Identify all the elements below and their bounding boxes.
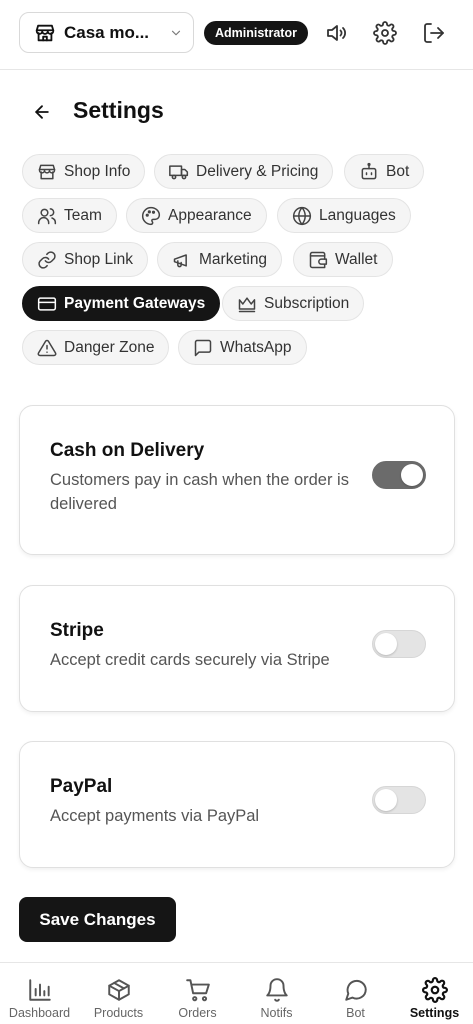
tab-label: Appearance xyxy=(168,206,252,224)
nav-dashboard[interactable]: Dashboard xyxy=(0,963,79,1024)
toggle-knob xyxy=(375,789,397,811)
gateway-card-paypal: PayPal Accept payments via PayPal xyxy=(19,741,455,868)
warning-icon xyxy=(37,338,57,358)
nav-label: Settings xyxy=(409,1006,460,1020)
toggle-knob xyxy=(401,464,423,486)
wallet-icon xyxy=(308,250,328,270)
tab-bot[interactable]: Bot xyxy=(344,154,425,189)
message-square-icon xyxy=(193,338,213,358)
nav-bot[interactable]: Bot xyxy=(316,963,395,1024)
tab-payment-gateways[interactable]: Payment Gateways xyxy=(22,286,221,321)
tab-label: Team xyxy=(64,206,102,224)
credit-card-icon xyxy=(37,294,57,314)
store-icon xyxy=(37,162,57,182)
shop-name: Casa mo... xyxy=(64,22,150,42)
save-changes-button[interactable]: Save Changes xyxy=(19,897,176,942)
tab-shop-link[interactable]: Shop Link xyxy=(22,242,148,277)
logout-icon[interactable] xyxy=(421,20,447,46)
tab-label: Shop Link xyxy=(64,250,133,268)
globe-icon xyxy=(292,206,312,226)
gateway-title: Stripe xyxy=(50,620,104,641)
bot-icon xyxy=(359,162,379,182)
gateway-title: Cash on Delivery xyxy=(50,440,205,461)
tab-subscription[interactable]: Subscription xyxy=(222,286,365,321)
paypal-toggle[interactable] xyxy=(372,786,426,814)
nav-label: Bot xyxy=(346,1006,365,1020)
box-icon xyxy=(107,979,130,1001)
store-icon xyxy=(35,24,55,41)
gateway-description: Customers pay in cash when the order is … xyxy=(50,471,349,513)
nav-label: Dashboard xyxy=(8,1006,71,1020)
shop-selector[interactable]: Casa mo... xyxy=(19,12,194,53)
sound-icon[interactable] xyxy=(323,20,349,46)
chat-icon xyxy=(344,979,367,1001)
gateway-title: PayPal xyxy=(50,776,113,797)
users-icon xyxy=(37,206,57,226)
gear-icon xyxy=(421,977,448,1003)
palette-icon xyxy=(141,206,161,226)
bell-icon xyxy=(265,978,288,1002)
tab-label: Danger Zone xyxy=(64,338,155,356)
tab-label: Bot xyxy=(386,162,410,180)
tab-danger-zone[interactable]: Danger Zone xyxy=(22,330,170,365)
nav-label: Notifs xyxy=(260,1006,293,1020)
tab-appearance[interactable]: Appearance xyxy=(126,198,267,233)
tab-shop-info[interactable]: Shop Info xyxy=(22,154,146,189)
tab-team[interactable]: Team xyxy=(22,198,117,233)
nav-label: Products xyxy=(93,1006,144,1020)
toggle-knob xyxy=(375,633,397,655)
nav-label: Orders xyxy=(178,1006,217,1020)
gateway-card-stripe: Stripe Accept credit cards securely via … xyxy=(19,585,455,712)
cod-toggle[interactable] xyxy=(372,461,426,489)
tab-label: WhatsApp xyxy=(220,338,292,356)
tab-delivery-pricing[interactable]: Delivery & Pricing xyxy=(154,154,334,189)
crown-icon xyxy=(237,294,257,314)
role-badge: Administrator xyxy=(204,21,308,45)
nav-products[interactable]: Products xyxy=(79,963,158,1024)
megaphone-icon xyxy=(172,250,192,270)
bar-chart-icon xyxy=(28,979,51,1001)
gateway-card-cod: Cash on Delivery Customers pay in cash w… xyxy=(19,405,455,555)
gear-icon[interactable] xyxy=(372,20,398,46)
back-arrow-icon[interactable] xyxy=(30,100,54,124)
tab-whatsapp[interactable]: WhatsApp xyxy=(178,330,307,365)
nav-notifs[interactable]: Notifs xyxy=(237,963,316,1024)
stripe-toggle[interactable] xyxy=(372,630,426,658)
tab-label: Shop Info xyxy=(64,162,131,180)
tab-label: Subscription xyxy=(264,294,350,312)
tab-languages[interactable]: Languages xyxy=(277,198,411,233)
nav-orders[interactable]: Orders xyxy=(158,963,237,1024)
tab-label: Delivery & Pricing xyxy=(196,162,319,180)
tab-label: Wallet xyxy=(335,250,378,268)
gateway-description: Accept credit cards securely via Stripe xyxy=(50,651,330,669)
tab-marketing[interactable]: Marketing xyxy=(157,242,283,277)
truck-icon xyxy=(169,162,189,182)
tab-label: Marketing xyxy=(199,250,268,268)
tab-label: Payment Gateways xyxy=(64,294,206,312)
bottom-nav: Dashboard Products Orders Notifs Bot Set… xyxy=(0,962,473,1024)
gateway-description: Accept payments via PayPal xyxy=(50,807,260,825)
page-title: Settings xyxy=(73,97,164,123)
chevron-down-icon xyxy=(171,30,181,35)
tab-label: Languages xyxy=(319,206,396,224)
link-icon xyxy=(37,250,57,270)
nav-settings[interactable]: Settings xyxy=(395,963,473,1024)
tab-wallet[interactable]: Wallet xyxy=(293,242,393,277)
cart-icon xyxy=(185,979,210,1002)
top-bar: Casa mo... Administrator xyxy=(0,0,473,70)
